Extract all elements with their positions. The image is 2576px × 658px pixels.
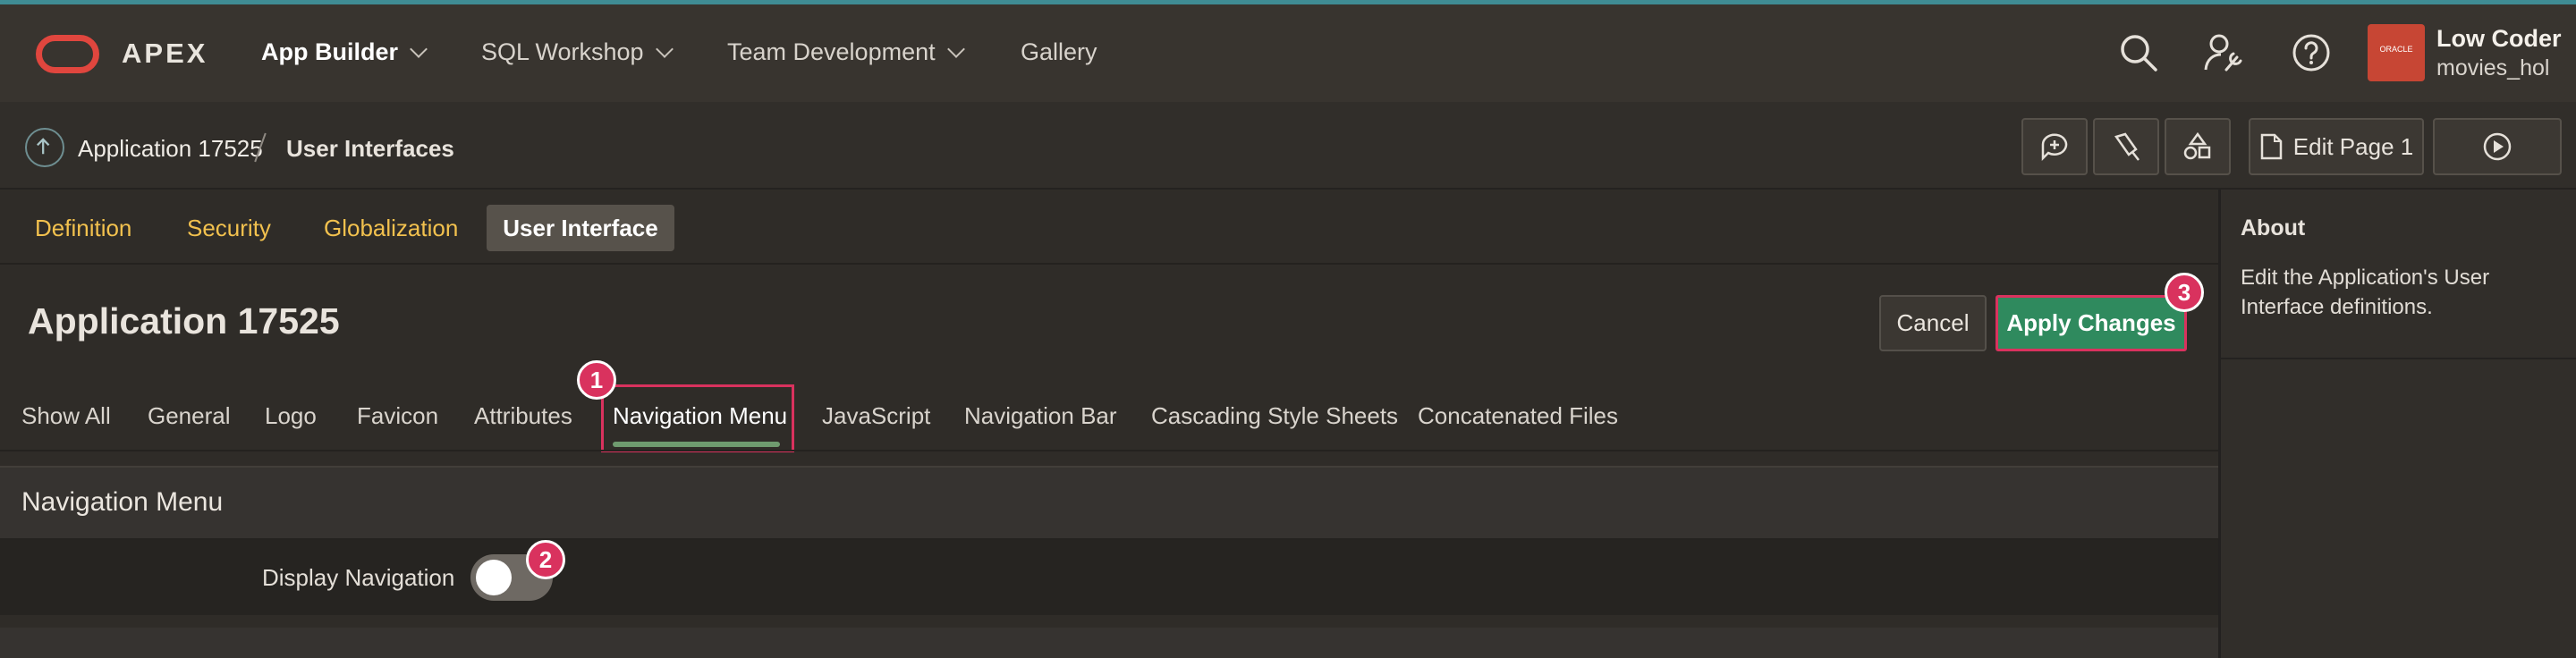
find-button[interactable] — [2093, 118, 2159, 175]
nav-gallery[interactable]: Gallery — [1021, 38, 1097, 66]
shared-components-button[interactable] — [2165, 118, 2231, 175]
search-icon[interactable] — [2118, 32, 2159, 73]
subnav-globalization[interactable]: Globalization — [324, 215, 458, 242]
nav-app-builder[interactable]: App Builder — [261, 38, 428, 66]
nav-team-development-label: Team Development — [727, 38, 936, 65]
page-title: Application 17525 — [28, 300, 340, 342]
subnav-definition[interactable]: Definition — [35, 215, 131, 242]
divider — [0, 263, 2218, 265]
subnav-security[interactable]: Security — [187, 215, 271, 242]
edit-page-button[interactable]: Edit Page 1 — [2249, 118, 2424, 175]
display-navigation-label: Display Navigation — [262, 564, 455, 591]
chevron-down-icon — [410, 39, 428, 58]
run-page-button[interactable] — [2433, 118, 2562, 175]
cancel-button[interactable]: Cancel — [1879, 295, 1987, 351]
divider — [2221, 358, 2576, 359]
breadcrumb-application[interactable]: Application 17525 — [78, 135, 263, 163]
arrow-up-icon[interactable] — [25, 128, 64, 167]
oracle-avatar[interactable]: ORACLE — [2368, 24, 2425, 81]
tab-navigation-menu[interactable]: Navigation Menu — [613, 402, 787, 430]
nav-app-builder-label: App Builder — [261, 38, 398, 65]
tab-show-all[interactable]: Show All — [21, 402, 111, 430]
about-title: About — [2241, 215, 2306, 240]
flashlight-icon — [2114, 132, 2140, 161]
callout-badge-1: 1 — [577, 360, 616, 400]
callout-badge-3: 3 — [2165, 273, 2204, 312]
user-wrench-icon[interactable] — [2203, 32, 2244, 73]
subnav-user-interface[interactable]: User Interface — [487, 205, 674, 251]
region-title: Navigation Menu — [21, 487, 224, 517]
divider — [0, 450, 2218, 451]
tab-general[interactable]: General — [148, 402, 231, 430]
user-workspace[interactable]: movies_hol — [2436, 55, 2549, 81]
toggle-knob — [476, 560, 512, 595]
nav-sql-workshop[interactable]: SQL Workshop — [481, 38, 674, 66]
tab-cascading-style-sheets[interactable]: Cascading Style Sheets — [1151, 402, 1398, 430]
apex-brand[interactable]: APEX — [122, 38, 208, 70]
shapes-icon — [2183, 131, 2211, 160]
help-panel — [2218, 190, 2576, 658]
chevron-down-icon — [946, 39, 965, 58]
about-text: Edit the Application's User Interface de… — [2241, 266, 2490, 319]
tab-javascript[interactable]: JavaScript — [822, 402, 930, 430]
callout-badge-2: 2 — [526, 540, 565, 579]
apex-logo-icon[interactable] — [36, 35, 99, 73]
help-icon[interactable] — [2291, 32, 2332, 73]
tab-logo[interactable]: Logo — [265, 402, 317, 430]
page-edit-icon — [2260, 133, 2283, 160]
nav-team-development[interactable]: Team Development — [727, 38, 965, 66]
tab-attributes[interactable]: Attributes — [474, 402, 572, 430]
chevron-down-icon — [655, 39, 674, 58]
apply-changes-button[interactable]: Apply Changes — [1996, 295, 2187, 351]
breadcrumb-current: User Interfaces — [286, 135, 454, 162]
nav-gallery-label: Gallery — [1021, 38, 1097, 65]
region-header — [0, 466, 2218, 540]
tab-navigation-bar[interactable]: Navigation Bar — [964, 402, 1117, 430]
edit-page-label: Edit Page 1 — [2292, 132, 2414, 160]
active-tab-indicator — [613, 442, 780, 447]
user-name[interactable]: Low Coder — [2436, 25, 2562, 53]
add-comment-button[interactable] — [2021, 118, 2088, 175]
comment-add-icon — [2041, 133, 2068, 162]
nav-sql-workshop-label: SQL Workshop — [481, 38, 644, 65]
tab-favicon[interactable]: Favicon — [357, 402, 438, 430]
next-region — [0, 628, 2218, 658]
play-icon — [2483, 132, 2512, 161]
tab-concatenated-files[interactable]: Concatenated Files — [1418, 402, 1618, 430]
